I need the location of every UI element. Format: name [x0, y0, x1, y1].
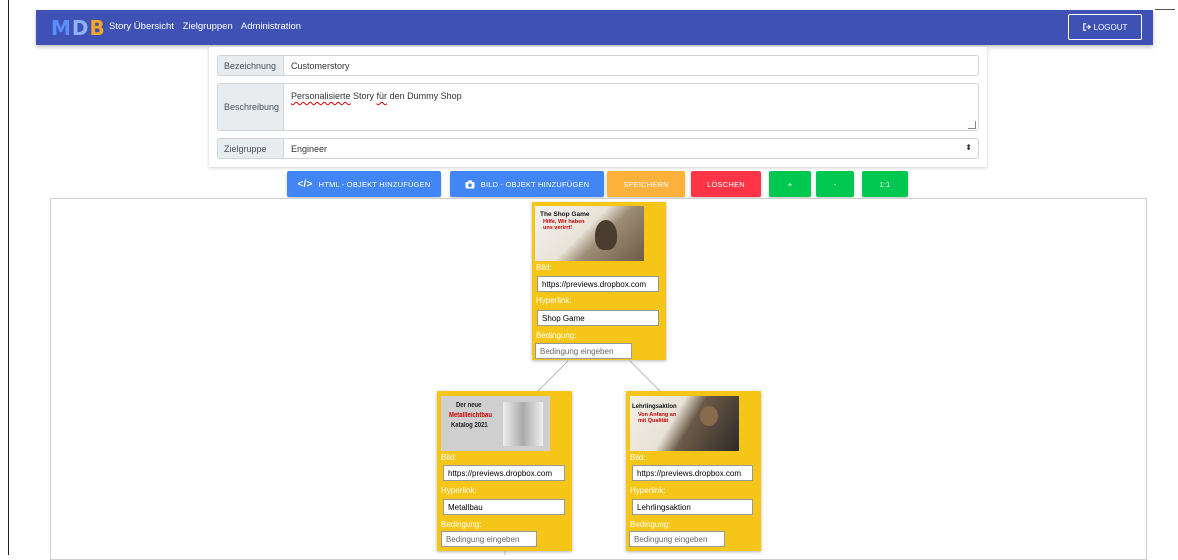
- thumbnail-figure: [595, 220, 617, 250]
- story-node-shop-game[interactable]: The Shop Game Hilfe, Wir haben uns verir…: [532, 202, 666, 360]
- bedingung-input[interactable]: Bedingung eingeben: [629, 531, 725, 547]
- thumbnail-subtitle: Von Anfang an mit Qualität: [638, 412, 677, 424]
- node-thumbnail: The Shop Game Hilfe, Wir haben uns verir…: [535, 206, 644, 261]
- bild-label: Bild:: [630, 453, 646, 462]
- hyperlink-label: Hyperlink:: [536, 296, 572, 305]
- bedingung-input[interactable]: Bedingung eingeben: [441, 531, 537, 547]
- hyperlink-label: Hyperlink:: [630, 486, 666, 495]
- thumbnail-catalog: [503, 402, 543, 446]
- bedingung-input[interactable]: Bedingung eingeben: [535, 343, 632, 359]
- hyperlink-input[interactable]: Metallbau: [443, 499, 565, 515]
- bild-label: Bild:: [536, 263, 552, 272]
- node-thumbnail: Lehrlingsaktion Von Anfang an mit Qualit…: [630, 396, 739, 451]
- hyperlink-input[interactable]: Shop Game: [537, 310, 659, 326]
- connector-line: [537, 360, 569, 392]
- thumbnail-title: Lehrlingsaktion: [632, 404, 677, 410]
- thumbnail-title: Der neue: [456, 402, 482, 409]
- bild-input[interactable]: https://previews.dropbox.com: [443, 465, 565, 481]
- thumbnail-subtitle-2: Katalog 2021: [451, 422, 488, 429]
- thumbnail-figure: [700, 406, 718, 426]
- story-node-metallbau[interactable]: Der neue Metallleichtbau Katalog 2021 Bi…: [437, 391, 572, 551]
- bild-input[interactable]: https://previews.dropbox.com: [537, 276, 659, 292]
- hyperlink-input[interactable]: Lehrlingsaktion: [632, 499, 753, 515]
- node-thumbnail: Der neue Metallleichtbau Katalog 2021: [441, 396, 550, 451]
- thumbnail-title: The Shop Game: [540, 211, 590, 218]
- bild-input[interactable]: https://previews.dropbox.com: [632, 465, 753, 481]
- hyperlink-label: Hyperlink:: [441, 486, 477, 495]
- connector-line: [629, 360, 661, 392]
- bedingung-label: Bedingung:: [536, 331, 577, 340]
- bild-label: Bild:: [441, 453, 457, 462]
- bedingung-label: Bedingung:: [630, 520, 671, 529]
- bedingung-label: Bedingung:: [441, 520, 482, 529]
- thumbnail-subtitle: Hilfe, Wir haben uns verirrt!: [543, 219, 585, 231]
- story-node-lehrlingsaktion[interactable]: Lehrlingsaktion Von Anfang an mit Qualit…: [626, 391, 761, 551]
- thumbnail-subtitle: Metallleichtbau: [449, 412, 492, 419]
